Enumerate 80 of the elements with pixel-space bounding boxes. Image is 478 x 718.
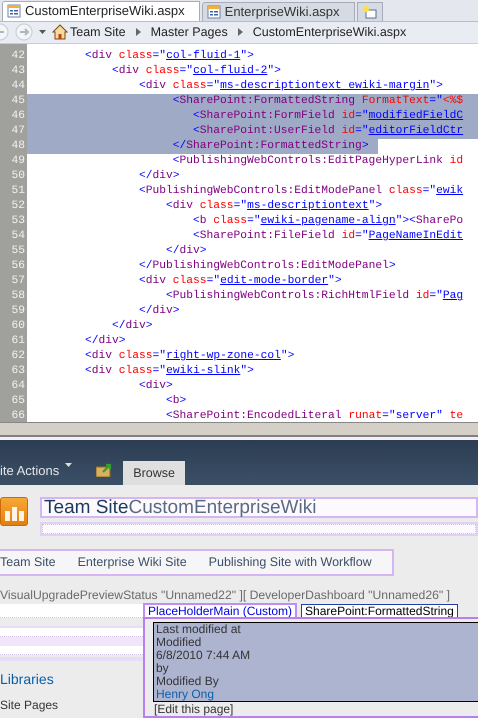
line-number: 52 bbox=[10, 199, 26, 214]
document-tab[interactable]: CustomEnterpriseWiki.aspx bbox=[2, 0, 200, 21]
code-line[interactable]: <SharePoint:FileField id="PageNameInEdit bbox=[27, 229, 472, 244]
line-number: 61 bbox=[10, 334, 26, 350]
house-icon bbox=[52, 24, 68, 40]
line-number: 50 bbox=[10, 169, 26, 184]
code-line[interactable]: </div> bbox=[27, 244, 216, 260]
line-number: 48 bbox=[10, 139, 26, 154]
quick-launch-link[interactable]: Site Pages bbox=[0, 696, 143, 714]
ribbon-tab[interactable]: Browse bbox=[123, 461, 185, 485]
line-number: 65 bbox=[10, 394, 26, 410]
line-number: 42 bbox=[10, 49, 26, 64]
new-document-icon bbox=[362, 4, 378, 19]
line-number: 63 bbox=[10, 364, 26, 380]
breadcrumb-item[interactable]: Team Site bbox=[52, 22, 126, 42]
code-line[interactable]: <div class="right-wp-zone-col"> bbox=[27, 349, 304, 364]
document-tab[interactable]: EnterpriseWiki.aspx bbox=[202, 2, 355, 21]
site-logo-icon bbox=[0, 497, 28, 526]
site-title[interactable]: Team Site bbox=[44, 498, 128, 517]
line-number: 57 bbox=[10, 274, 26, 290]
code-line[interactable]: <div class="ewiki-slink"> bbox=[27, 364, 263, 380]
code-line[interactable]: </PublishingWebControls:EditModePanel> bbox=[27, 259, 405, 274]
code-line[interactable]: </div> bbox=[27, 304, 189, 320]
code-line[interactable]: </div> bbox=[27, 319, 162, 334]
line-number: 55 bbox=[10, 244, 26, 260]
line-number: 51 bbox=[10, 184, 26, 200]
document-icon bbox=[206, 4, 221, 19]
field-text: 6/8/2010 7:44 AM bbox=[156, 649, 252, 662]
code-line[interactable]: <SharePoint:EncodedLiteral runat="server" te bbox=[27, 409, 472, 422]
quick-launch-heading[interactable]: Libraries bbox=[0, 669, 143, 690]
caret-icon bbox=[65, 461, 72, 467]
design-tag[interactable]: SharePoint:FormattedString bbox=[301, 604, 458, 617]
line-number: 44 bbox=[10, 79, 26, 94]
code-line[interactable]: <div class="edit-mode-border"> bbox=[27, 274, 351, 290]
field-text: Modified By bbox=[156, 675, 220, 688]
line-number: 53 bbox=[10, 214, 26, 230]
line-number: 46 bbox=[10, 109, 26, 124]
formatted-string-block[interactable]: Last modified at Modified 6/8/2010 7:44 AM by Modified By Henry Ong bbox=[153, 622, 478, 702]
line-number: 54 bbox=[10, 229, 26, 244]
code-line[interactable]: <div class="col-fluid-2"> bbox=[27, 64, 290, 80]
code-line[interactable]: <PublishingWebControls:EditModePanel class="ewik bbox=[27, 184, 472, 200]
control-list-text: VisualUpgradePreviewStatus "Unnamed22" ][ DeveloperDashboard "Unnamed26" ] bbox=[0, 588, 451, 602]
code-line[interactable]: <div class="col-fluid-1"> bbox=[27, 49, 263, 64]
line-number: 47 bbox=[10, 124, 26, 140]
folder-arrow-icon[interactable] bbox=[96, 463, 114, 477]
code-line[interactable]: <PublishingWebControls:RichHtmlField id="Pag bbox=[27, 289, 472, 304]
field-text: by bbox=[156, 662, 170, 675]
navigation-link[interactable]: Enterprise Wiki Site bbox=[78, 553, 187, 572]
line-number: 45 bbox=[10, 94, 26, 110]
code-line[interactable]: </div> bbox=[27, 169, 189, 184]
line-number: 64 bbox=[10, 379, 26, 394]
code-line[interactable]: <b> bbox=[27, 394, 196, 410]
splitter-bar[interactable] bbox=[0, 423, 478, 437]
line-number: 60 bbox=[10, 319, 26, 334]
line-number: 56 bbox=[10, 259, 26, 274]
line-number: 49 bbox=[10, 154, 26, 170]
line-number: 43 bbox=[10, 64, 26, 80]
code-line[interactable]: <b class="ewiki-pagename-align"><SharePo bbox=[27, 214, 472, 230]
site-actions-menu[interactable]: ite Actions bbox=[0, 459, 72, 485]
breadcrumb-item[interactable]: CustomEnterpriseWiki.aspx bbox=[252, 22, 406, 42]
line-number: 62 bbox=[10, 349, 26, 364]
document-icon bbox=[7, 4, 21, 18]
navigation-link[interactable]: Publishing Site with Workflow bbox=[208, 553, 372, 572]
navigation-link[interactable]: Team Site bbox=[0, 553, 56, 572]
code-line[interactable]: <div> bbox=[27, 379, 182, 394]
new-tab-button[interactable] bbox=[356, 2, 383, 21]
edit-page-link[interactable]: [Edit this page] bbox=[153, 702, 478, 716]
field-text: Modified bbox=[156, 636, 202, 649]
dropdown-caret-icon[interactable] bbox=[39, 30, 46, 34]
field-text: Last modified at bbox=[156, 623, 242, 636]
code-line[interactable]: </div> bbox=[27, 334, 135, 350]
code-line[interactable]: <div class="ms-descriptiontext ewiki-margin"> bbox=[27, 79, 452, 94]
line-number: 58 bbox=[10, 289, 26, 304]
code-line[interactable]: <div class="ms-descriptiontext"> bbox=[27, 199, 392, 214]
code-line[interactable]: <PublishingWebControls:EditPageHyperLink id bbox=[27, 154, 472, 170]
design-tag[interactable]: PlaceHolderMain (Custom) bbox=[143, 603, 298, 617]
line-number: 59 bbox=[10, 304, 26, 320]
page-title: CustomEnterpriseWiki bbox=[128, 498, 316, 517]
line-number: 66 bbox=[10, 409, 26, 422]
breadcrumb-item[interactable]: Master Pages bbox=[150, 22, 228, 42]
